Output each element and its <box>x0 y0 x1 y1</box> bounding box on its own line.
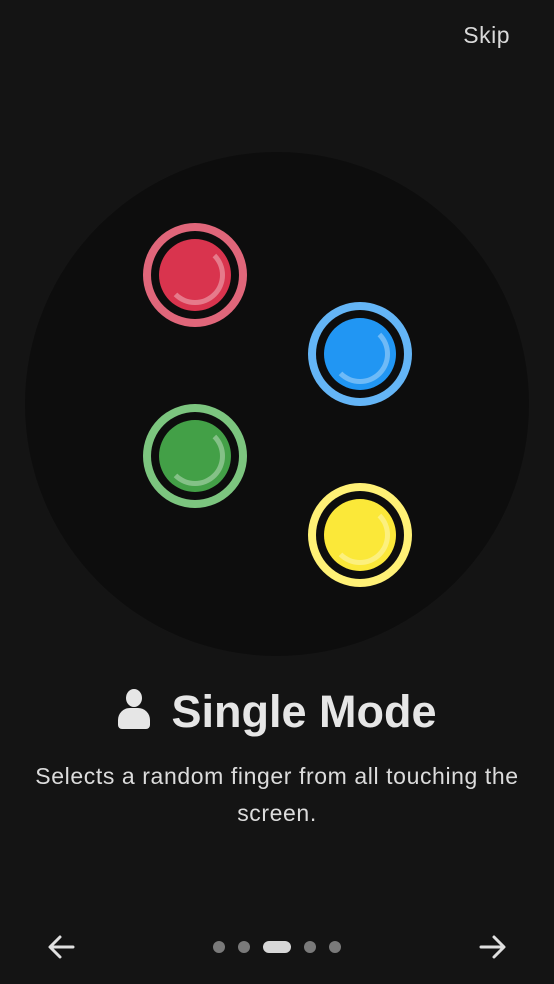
page-dot-5[interactable] <box>329 941 341 953</box>
arrow-right-icon <box>479 935 506 959</box>
mode-description: Selects a random finger from all touchin… <box>35 763 519 826</box>
pager-nav <box>0 926 554 968</box>
page-dot-3[interactable] <box>263 941 291 953</box>
mode-title-text: Single Mode <box>171 686 437 737</box>
page-dot-4[interactable] <box>304 941 316 953</box>
finger-green <box>143 404 247 508</box>
next-button[interactable] <box>471 926 513 968</box>
finger-illustration <box>25 152 529 656</box>
finger-red <box>143 223 247 327</box>
finger-yellow <box>308 483 412 587</box>
skip-button[interactable]: Skip <box>463 22 510 49</box>
page-dot-2[interactable] <box>238 941 250 953</box>
mode-title: Single Mode <box>0 686 554 738</box>
onboarding-screen: Skip Single Mode Selects a random finger… <box>0 0 554 984</box>
page-indicator <box>213 941 341 953</box>
page-dot-1[interactable] <box>213 941 225 953</box>
arrow-left-icon <box>48 935 75 959</box>
back-button[interactable] <box>41 926 83 968</box>
person-icon <box>117 687 151 731</box>
finger-blue <box>308 302 412 406</box>
